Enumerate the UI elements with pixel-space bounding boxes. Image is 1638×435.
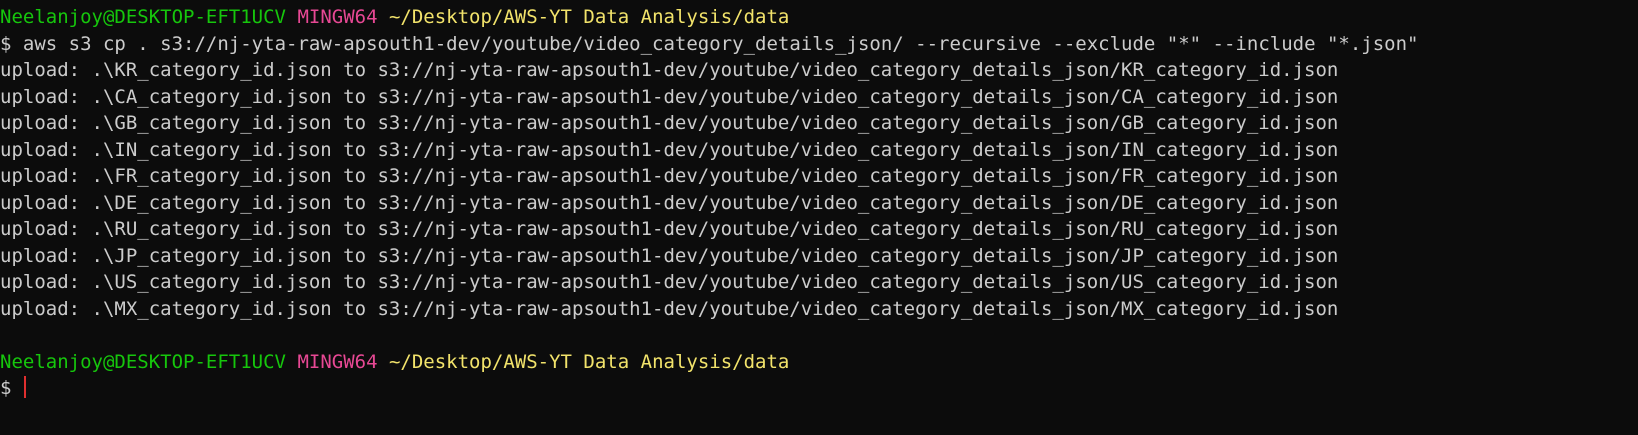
output-line: upload: .\FR_category_id.json to s3://nj… [0,165,1339,187]
command-text: aws s3 cp . s3://nj-yta-raw-apsouth1-dev… [22,32,1419,55]
user-host: Neelanjoy@DESKTOP-EFT1UCV [0,6,286,28]
prompt-header: Neelanjoy@DESKTOP-EFT1UCV MINGW64 ~/Desk… [0,4,1638,31]
system-name: MINGW64 [297,350,378,373]
prompt-header-2: Neelanjoy@DESKTOP-EFT1UCV MINGW64 ~/Desk… [0,349,1638,376]
working-directory: ~/Desktop/AWS-YT Data Analysis/data [388,6,790,28]
output-line: upload: .\DE_category_id.json to s3://nj… [0,191,1339,214]
output-line: upload: .\US_category_id.json to s3://nj… [0,271,1339,293]
output-line: upload: .\GB_category_id.json to s3://nj… [0,112,1339,134]
command-output: upload: .\KR_category_id.json to s3://nj… [0,57,1638,322]
command-line: $ aws s3 cp . s3://nj-yta-raw-apsouth1-d… [0,31,1638,58]
output-line: upload: .\CA_category_id.json to s3://nj… [0,85,1339,108]
prompt-symbol: $ [0,377,12,399]
output-line: upload: .\IN_category_id.json to s3://nj… [0,138,1339,161]
user-host: Neelanjoy@DESKTOP-EFT1UCV [0,350,286,373]
output-line: upload: .\KR_category_id.json to s3://nj… [0,59,1339,81]
text-cursor [23,376,26,398]
terminal-window[interactable]: Neelanjoy@DESKTOP-EFT1UCV MINGW64 ~/Desk… [0,0,1638,435]
working-directory: ~/Desktop/AWS-YT Data Analysis/data [388,350,790,373]
output-line: upload: .\RU_category_id.json to s3://nj… [0,218,1339,240]
prompt-symbol: $ [0,32,12,55]
system-name: MINGW64 [297,6,378,28]
output-line: upload: .\JP_category_id.json to s3://nj… [0,244,1339,267]
output-line: upload: .\MX_category_id.json to s3://nj… [0,297,1339,320]
input-line[interactable]: $ [0,375,1638,402]
